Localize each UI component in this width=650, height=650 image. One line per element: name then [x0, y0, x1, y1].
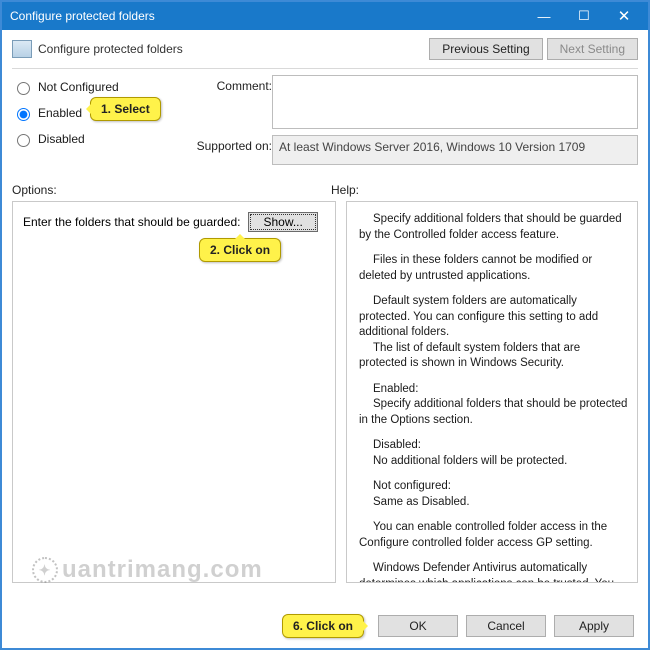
options-row: Enter the folders that should be guarded… [23, 212, 325, 232]
options-label: Options: [12, 183, 319, 197]
footer-buttons: 6. Click on OK Cancel Apply [288, 614, 634, 638]
previous-setting-button[interactable]: Previous Setting [429, 38, 542, 60]
help-p2: Files in these folders cannot be modifie… [359, 253, 629, 284]
options-prompt: Enter the folders that should be guarded… [23, 215, 240, 229]
header-row: Configure protected folders Previous Set… [12, 38, 638, 60]
help-p4a: Enabled: [359, 382, 629, 398]
help-p4b: Specify additional folders that should b… [359, 397, 629, 428]
dialog-body: Configure protected folders Previous Set… [2, 30, 648, 593]
panels-row: Enter the folders that should be guarded… [12, 201, 638, 583]
close-button[interactable]: ✕ [604, 2, 644, 30]
callout-clickon-show: 2. Click on [199, 238, 281, 262]
radio-not-configured-input[interactable] [17, 82, 30, 95]
apply-button[interactable]: Apply [554, 615, 634, 637]
cancel-button[interactable]: Cancel [466, 615, 546, 637]
right-column: Comment: Supported on: At least Windows … [184, 75, 638, 165]
divider [12, 68, 638, 69]
radio-group: Not Configured Enabled Disabled 1. Selec… [12, 75, 172, 147]
policy-icon [12, 40, 32, 58]
callout-clickon-ok: 6. Click on [282, 614, 364, 638]
help-p3b: The list of default system folders that … [359, 341, 629, 372]
supported-on-label: Supported on: [184, 135, 272, 153]
supported-on-text: At least Windows Server 2016, Windows 10… [272, 135, 638, 165]
window-title: Configure protected folders [10, 9, 524, 23]
help-label: Help: [331, 183, 638, 197]
help-p6b: Same as Disabled. [359, 495, 629, 511]
maximize-button[interactable]: ☐ [564, 2, 604, 30]
setting-name: Configure protected folders [38, 42, 183, 56]
radio-disabled-label: Disabled [38, 132, 85, 146]
help-p7: You can enable controlled folder access … [359, 520, 629, 551]
radio-enabled-input[interactable] [17, 108, 30, 121]
radio-disabled-input[interactable] [17, 134, 30, 147]
ok-button[interactable]: OK [378, 615, 458, 637]
radio-not-configured-label: Not Configured [38, 80, 119, 94]
radio-not-configured[interactable]: Not Configured [12, 79, 172, 95]
radio-enabled-label: Enabled [38, 106, 82, 120]
comment-label: Comment: [184, 75, 272, 93]
help-p8: Windows Defender Antivirus automatically… [359, 561, 629, 583]
help-p5b: No additional folders will be protected. [359, 454, 629, 470]
callout-select: 1. Select [90, 97, 161, 121]
nav-buttons: Previous Setting Next Setting [429, 38, 638, 60]
minimize-button[interactable]: ― [524, 2, 564, 30]
help-panel: Specify additional folders that should b… [346, 201, 638, 583]
config-row: Not Configured Enabled Disabled 1. Selec… [12, 75, 638, 165]
radio-disabled[interactable]: Disabled [12, 131, 172, 147]
comment-textarea[interactable] [272, 75, 638, 129]
next-setting-button[interactable]: Next Setting [547, 38, 638, 60]
show-button[interactable]: Show... [248, 212, 317, 232]
help-p3: Default system folders are automatically… [359, 294, 629, 341]
help-p6a: Not configured: [359, 479, 629, 495]
titlebar: Configure protected folders ― ☐ ✕ [2, 2, 648, 30]
help-p5a: Disabled: [359, 438, 629, 454]
options-panel: Enter the folders that should be guarded… [12, 201, 336, 583]
help-p1: Specify additional folders that should b… [359, 212, 629, 243]
section-labels: Options: Help: [12, 183, 638, 197]
